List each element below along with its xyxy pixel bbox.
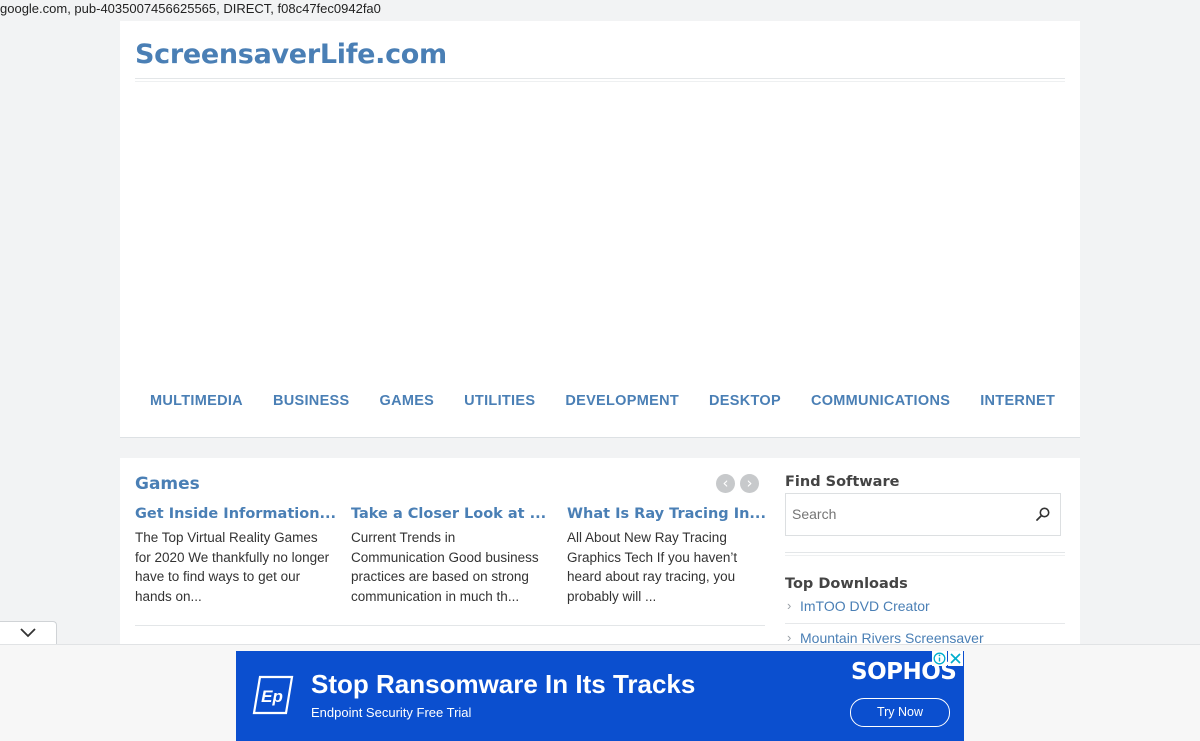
nav-item-business[interactable]: BUSINESS	[258, 393, 365, 409]
ad-banner[interactable]: Ep Stop Ransomware In Its Tracks Endpoin…	[236, 651, 964, 741]
search-box	[785, 493, 1061, 536]
post-card: Take a Closer Look at ... Current Trends…	[351, 506, 567, 606]
post-card: Get Inside Information... The Top Virtua…	[135, 506, 351, 606]
ad-banner-strip: Ep Stop Ransomware In Its Tracks Endpoin…	[0, 644, 1200, 741]
chevron-left-icon[interactable]: ‹	[716, 474, 735, 493]
divider	[135, 78, 1065, 79]
close-icon[interactable]	[948, 651, 963, 666]
top-downloads-title: Top Downloads	[785, 576, 908, 592]
try-now-button[interactable]: Try Now	[850, 698, 950, 727]
search-icon[interactable]	[1035, 506, 1051, 522]
download-item[interactable]: › ImTOO DVD Creator	[785, 592, 1065, 624]
divider	[135, 625, 765, 626]
post-excerpt: Current Trends in Communication Good bus…	[351, 530, 539, 604]
section-title[interactable]: Games	[135, 474, 200, 494]
site-header: ScreensaverLife.com MULTIMEDIA BUSINESS …	[120, 21, 1080, 438]
nav-item-multimedia[interactable]: MULTIMEDIA	[135, 393, 258, 409]
search-input[interactable]	[786, 494, 1028, 533]
ads-txt-line: google.com, pub-4035007456625565, DIRECT…	[0, 1, 381, 16]
nav-item-desktop[interactable]: DESKTOP	[694, 393, 796, 409]
main-nav: MULTIMEDIA BUSINESS GAMES UTILITIES DEVE…	[135, 393, 1070, 409]
sidebar: Find Software Top Downloads › ImTOO DVD …	[785, 474, 1065, 656]
post-excerpt: The Top Virtual Reality Games for 2020 W…	[135, 530, 330, 604]
divider	[785, 555, 1065, 556]
nav-item-internet[interactable]: INTERNET	[965, 393, 1070, 409]
ad-subheadline: Endpoint Security Free Trial	[311, 705, 472, 720]
chevron-right-icon: ›	[787, 630, 792, 645]
post-title[interactable]: What Is Ray Tracing In...	[567, 506, 783, 526]
endpoint-logo-icon: Ep	[252, 675, 294, 715]
divider	[135, 81, 1065, 82]
ad-info-icon[interactable]	[932, 651, 947, 666]
nav-item-communications[interactable]: COMMUNICATIONS	[796, 393, 965, 409]
find-software-title: Find Software	[785, 474, 900, 490]
carousel-controls: ‹ ›	[716, 474, 759, 493]
chevron-down-icon	[20, 628, 36, 638]
nav-item-development[interactable]: DEVELOPMENT	[550, 393, 694, 409]
ad-logo-text: Ep	[261, 687, 283, 706]
post-title[interactable]: Get Inside Information...	[135, 506, 351, 526]
collapse-ad-button[interactable]	[0, 621, 57, 645]
post-title[interactable]: Take a Closer Look at ...	[351, 506, 567, 526]
chevron-right-icon[interactable]: ›	[740, 474, 759, 493]
site-title[interactable]: ScreensaverLife.com	[135, 39, 447, 70]
nav-item-games[interactable]: GAMES	[364, 393, 449, 409]
download-item-label: ImTOO DVD Creator	[800, 598, 930, 614]
post-carousel: Get Inside Information... The Top Virtua…	[135, 506, 783, 606]
chevron-right-icon: ›	[787, 598, 792, 613]
divider	[785, 552, 1065, 553]
nav-item-utilities[interactable]: UTILITIES	[449, 393, 550, 409]
ad-headline[interactable]: Stop Ransomware In Its Tracks	[311, 669, 695, 700]
post-excerpt: All About New Ray Tracing Graphics Tech …	[567, 530, 738, 604]
post-card: What Is Ray Tracing In... All About New …	[567, 506, 783, 606]
